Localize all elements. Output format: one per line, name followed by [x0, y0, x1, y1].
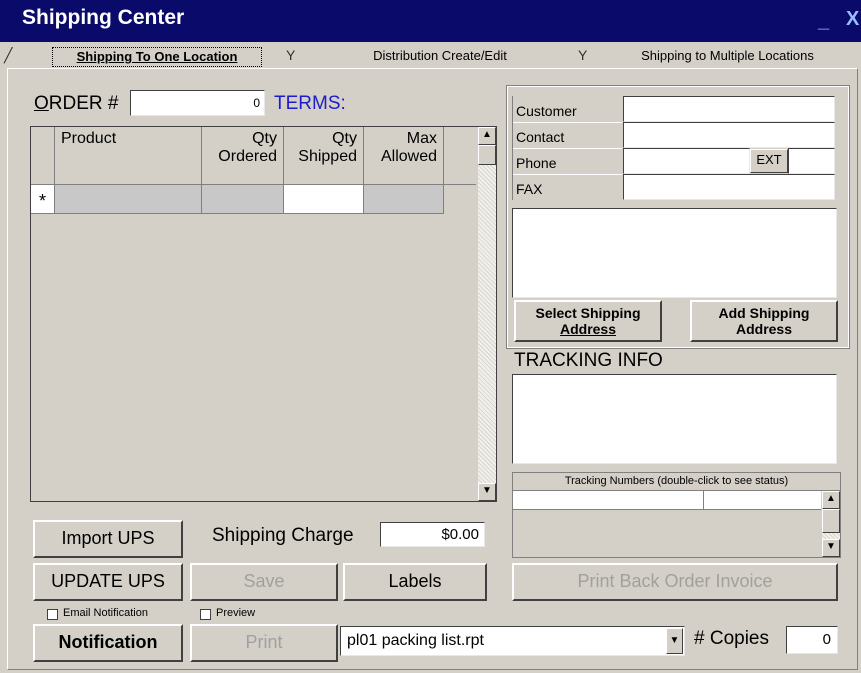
select-shipping-address-label-line1: Select Shipping	[535, 305, 641, 321]
preview-checkbox[interactable]	[200, 609, 211, 620]
column-header-qty-shipped[interactable]: Qty Shipped	[284, 127, 364, 185]
window-title: Shipping Center	[22, 6, 185, 29]
scroll-down-arrow-icon[interactable]: ▼	[478, 483, 496, 501]
tab-shipping-to-one-location[interactable]: Shipping To One Location	[52, 47, 262, 67]
email-notification-checkbox[interactable]	[47, 609, 58, 620]
print-back-order-invoice-button[interactable]: Print Back Order Invoice	[512, 563, 838, 601]
column-header-max-allowed[interactable]: Max Allowed	[364, 127, 444, 185]
tracking-numbers-list[interactable]: Tracking Numbers (double-click to see st…	[512, 472, 841, 558]
select-shipping-address-button[interactable]: Select Shipping Address	[514, 300, 662, 342]
add-shipping-address-label-line1: Add Shipping	[718, 305, 810, 321]
scroll-thumb[interactable]	[478, 145, 496, 165]
phone-field[interactable]	[623, 148, 750, 174]
contact-label: Contact	[516, 129, 565, 145]
address-box[interactable]	[512, 208, 837, 298]
fax-label: FAX	[516, 181, 543, 197]
add-shipping-address-label-line2: Address	[735, 321, 793, 337]
fax-field[interactable]	[623, 174, 835, 200]
customer-field[interactable]	[623, 96, 835, 122]
add-shipping-address-button[interactable]: Add Shipping Address	[690, 300, 838, 342]
order-label: ORDER #	[34, 93, 119, 114]
labels-button[interactable]: Labels	[343, 563, 487, 601]
scroll-up-arrow-icon[interactable]: ▲	[478, 127, 496, 145]
new-row-product-cell[interactable]	[55, 185, 202, 214]
save-button[interactable]: Save	[190, 563, 338, 601]
minimize-button[interactable]: _	[818, 10, 829, 33]
tracking-info-title: TRACKING INFO	[514, 350, 663, 371]
print-button[interactable]: Print	[190, 624, 338, 662]
column-header-qty-ordered[interactable]: Qty Ordered	[202, 127, 284, 185]
import-ups-button[interactable]: Import UPS	[33, 520, 183, 558]
preview-label: Preview	[216, 607, 256, 619]
new-row-max-allowed-cell[interactable]	[364, 185, 444, 214]
divider	[512, 148, 622, 149]
divider	[512, 174, 622, 175]
order-number-input[interactable]: 0	[130, 90, 265, 116]
notification-button[interactable]: Notification	[33, 624, 183, 662]
new-row-qty-shipped-cell[interactable]	[284, 185, 364, 214]
tab-distribution-create-edit[interactable]: Distribution Create/Edit	[350, 47, 530, 65]
row-header-corner	[31, 127, 55, 185]
close-button[interactable]: X	[846, 8, 859, 31]
product-grid[interactable]: Product Qty Ordered Qty Shipped Max Allo…	[30, 126, 497, 502]
tracking-info-box[interactable]	[512, 374, 837, 464]
report-select[interactable]: pl01 packing list.rpt	[340, 626, 685, 656]
ext-button[interactable]: EXT	[750, 149, 788, 173]
import-ups-label: Import UPS	[61, 528, 155, 548]
grid-vertical-scrollbar[interactable]	[478, 127, 496, 501]
contact-field[interactable]	[623, 122, 835, 148]
email-notification-label: Email Notification	[63, 607, 148, 619]
scroll-thumb[interactable]	[822, 509, 840, 533]
divider	[512, 96, 513, 200]
column-header-filler	[444, 127, 476, 185]
ext-field[interactable]	[788, 148, 835, 174]
dropdown-arrow-icon[interactable]: ▼	[666, 628, 683, 654]
divider	[512, 122, 622, 123]
copies-input[interactable]: 0	[786, 626, 838, 654]
divider	[703, 491, 704, 509]
customer-label: Customer	[516, 103, 577, 119]
new-row-qty-ordered-cell[interactable]	[202, 185, 284, 214]
phone-label: Phone	[516, 155, 557, 171]
scroll-down-arrow-icon[interactable]: ▼	[822, 539, 840, 557]
report-select-value: pl01 packing list.rpt	[347, 632, 484, 649]
scroll-up-arrow-icon[interactable]: ▲	[822, 491, 840, 509]
shipping-charge-label: Shipping Charge	[212, 525, 354, 546]
tab-separator-icon: Y	[578, 47, 588, 63]
tab-shipping-to-multiple-locations[interactable]: Shipping to Multiple Locations	[615, 47, 840, 65]
tab-strip: ╱ Shipping To One Location Y Distributio…	[0, 42, 861, 68]
new-row-marker: *	[31, 185, 55, 214]
tracking-numbers-row[interactable]	[513, 491, 821, 510]
shipping-charge-input[interactable]: $0.00	[380, 522, 485, 547]
copies-label: # Copies	[694, 628, 769, 649]
column-header-product[interactable]: Product	[55, 127, 202, 185]
select-shipping-address-label-line2: Address	[559, 321, 617, 337]
terms-label: TERMS:	[274, 93, 346, 114]
tab-separator-icon: Y	[286, 47, 296, 63]
tracking-numbers-header: Tracking Numbers (double-click to see st…	[513, 473, 840, 491]
update-ups-button[interactable]: UPDATE UPS	[33, 563, 183, 601]
tab-separator-icon: ╱	[4, 47, 13, 63]
